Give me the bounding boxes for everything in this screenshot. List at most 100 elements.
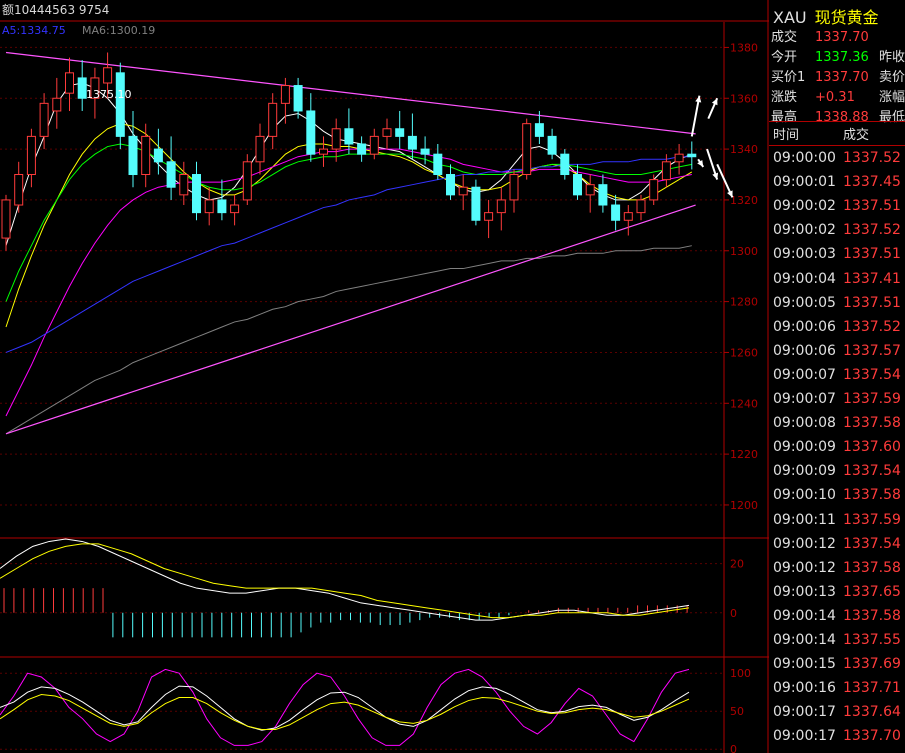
panel-divider	[769, 121, 905, 122]
tick-row[interactable]: 09:00:02 1337.51	[773, 198, 901, 214]
candle-body	[585, 184, 595, 196]
tick-time: 09:00:06	[773, 342, 836, 359]
tick-row[interactable]: 09:00:13 1337.65	[773, 584, 901, 600]
candle-body	[115, 72, 125, 137]
tick-header-time: 时间	[773, 128, 800, 143]
tick-row[interactable]: 09:00:07 1337.54	[773, 367, 901, 383]
tick-row[interactable]: 09:00:00 1337.52	[773, 150, 901, 166]
kdj-tick-label: 100	[730, 667, 751, 680]
candle-body	[547, 135, 557, 155]
chart-frame	[0, 0, 769, 753]
tick-time: 09:00:05	[773, 294, 836, 311]
tick-time: 09:00:08	[773, 415, 836, 432]
tick-time: 09:00:14	[773, 607, 836, 624]
tick-price: 1337.52	[843, 222, 901, 239]
candle-body	[534, 123, 544, 137]
kdj-tick-label: 0	[730, 743, 737, 753]
candlesticks	[1, 52, 697, 251]
quote-row: 最高 1338.88 最低	[771, 106, 905, 126]
quote-row: 涨跌 +0.31 涨幅	[771, 86, 905, 106]
candle-body	[128, 135, 138, 176]
tick-row[interactable]: 09:00:03 1337.51	[773, 246, 901, 262]
candle-body	[280, 85, 290, 104]
tick-row[interactable]: 09:00:16 1337.71	[773, 680, 901, 696]
candle-body	[560, 153, 570, 176]
candle-body	[192, 174, 201, 214]
candle-body	[382, 128, 392, 137]
volume-label: 额10444563 9754	[2, 3, 109, 17]
tick-row[interactable]: 09:00:02 1337.52	[773, 222, 901, 238]
tick-row[interactable]: 09:00:14 1337.55	[773, 632, 901, 648]
candle-body	[661, 161, 671, 181]
trend-line	[5, 204, 696, 435]
tick-row[interactable]: 09:00:11 1337.59	[773, 512, 901, 528]
candle-body	[496, 199, 506, 214]
candle-body	[471, 186, 481, 221]
tick-row[interactable]: 09:00:14 1337.58	[773, 608, 901, 624]
tick-row[interactable]: 09:00:04 1337.41	[773, 271, 901, 287]
candle-body	[433, 153, 443, 176]
tick-row[interactable]: 09:00:17 1337.64	[773, 704, 901, 720]
symbol-code: XAU	[773, 8, 807, 27]
candle-body	[623, 212, 633, 221]
quote-value: 1337.36	[815, 50, 869, 65]
tick-time: 09:00:07	[773, 366, 836, 383]
quote-value: 1337.70	[815, 30, 869, 45]
y-tick-label: 1340	[730, 143, 758, 156]
y-tick-label: 1260	[730, 346, 758, 359]
tick-time: 09:00:17	[773, 704, 836, 721]
candle-body	[649, 179, 659, 201]
tick-row[interactable]: 09:00:08 1337.58	[773, 415, 901, 431]
quote-label-secondary: 卖价	[879, 70, 905, 85]
quote-label: 成交	[771, 30, 798, 45]
tick-price: 1337.64	[843, 704, 901, 721]
tick-time: 09:00:02	[773, 198, 836, 215]
quote-label: 涨跌	[771, 90, 798, 105]
candle-body	[14, 174, 24, 206]
candle-body	[103, 67, 113, 84]
tick-row[interactable]: 09:00:09 1337.60	[773, 439, 901, 455]
quote-row: 买价1 1337.70 卖价	[771, 66, 905, 86]
forecast-arrows	[690, 95, 734, 198]
tick-row[interactable]: 09:00:01 1337.45	[773, 174, 901, 190]
tick-row[interactable]: 09:00:15 1337.69	[773, 656, 901, 672]
candle-body	[255, 135, 265, 163]
tick-row[interactable]: 09:00:12 1337.58	[773, 560, 901, 576]
quote-value: 1338.88	[815, 110, 869, 125]
tick-row[interactable]: 09:00:07 1337.59	[773, 391, 901, 407]
tick-time: 09:00:06	[773, 318, 836, 335]
macd-tick-label: 20	[730, 558, 744, 571]
tick-row[interactable]: 09:00:06 1337.52	[773, 319, 901, 335]
tick-time: 09:00:16	[773, 680, 836, 697]
candle-body	[26, 135, 36, 176]
main-grid	[0, 46, 724, 506]
candle-body	[484, 212, 494, 221]
tick-row[interactable]: 09:00:17 1337.70	[773, 728, 901, 744]
tick-row[interactable]: 09:00:05 1337.51	[773, 295, 901, 311]
tick-row[interactable]: 09:00:10 1337.58	[773, 487, 901, 503]
kdj-tick-label: 50	[730, 705, 744, 718]
kdj-k-line	[0, 668, 690, 746]
kline-chart[interactable]: 额10444563 9754 A5:1334.75 MA6:1300.19 12…	[0, 0, 769, 753]
trend-lines	[5, 51, 696, 435]
quote-row: 成交 1337.70	[771, 26, 879, 46]
tick-time: 09:00:02	[773, 222, 836, 239]
macd-panel: 0 20	[0, 538, 744, 638]
tick-row[interactable]: 09:00:06 1337.57	[773, 343, 901, 359]
candle-body	[141, 135, 151, 176]
quote-label: 最高	[771, 110, 798, 125]
symbol-title: XAU 现货黄金	[773, 4, 879, 28]
tick-row[interactable]: 09:00:12 1337.54	[773, 536, 901, 552]
candle-body	[52, 97, 62, 112]
tick-price: 1337.54	[843, 463, 901, 480]
tick-price: 1337.58	[843, 559, 901, 576]
candle-body	[369, 135, 379, 155]
tick-time: 09:00:10	[773, 487, 836, 504]
peak-label: 1375.10	[86, 88, 132, 101]
tick-price: 1337.69	[843, 656, 901, 673]
tick-price: 1337.41	[843, 270, 901, 287]
tick-price: 1337.52	[843, 318, 901, 335]
tick-price: 1337.54	[843, 535, 901, 552]
tick-row[interactable]: 09:00:09 1337.54	[773, 463, 901, 479]
main-y-axis: 1200 1220 1240 1260 1280 1300 1320 1340 1360 1380	[724, 41, 758, 512]
